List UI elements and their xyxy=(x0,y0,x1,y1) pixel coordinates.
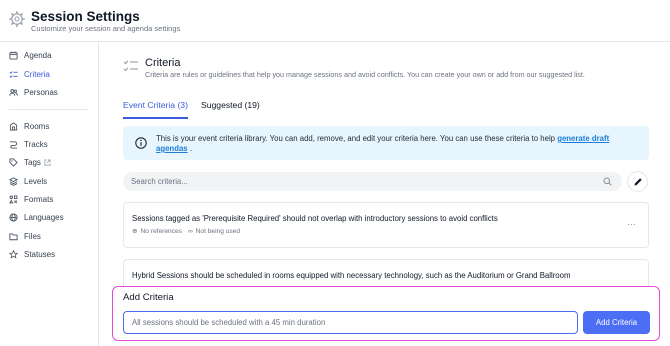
sidebar-item-label: Agenda xyxy=(24,50,52,60)
more-options-icon[interactable]: ··· xyxy=(627,219,636,229)
sidebar-item-label: Personas xyxy=(24,87,58,97)
info-text: This is your event criteria library. You… xyxy=(156,134,626,154)
sidebar-item-tags[interactable]: Tags xyxy=(9,155,51,169)
criteria-meta: ⊕ No references ∞ Not being used xyxy=(132,227,246,236)
section-title: Criteria xyxy=(145,57,181,69)
gear-icon xyxy=(9,11,25,27)
folder-icon xyxy=(9,233,18,240)
criteria-title: Sessions tagged as 'Prerequisite Require… xyxy=(132,214,498,223)
criteria-title: Hybrid Sessions should be scheduled in r… xyxy=(132,271,571,280)
add-criteria-title: Add Criteria xyxy=(123,292,174,303)
criteria-list-icon xyxy=(123,60,138,72)
sidebar-item-agenda[interactable]: Agenda xyxy=(9,48,52,62)
add-criteria-input-wrapper xyxy=(123,311,578,334)
info-icon xyxy=(135,137,147,149)
tag-icon xyxy=(9,157,18,167)
sidebar-item-personas[interactable]: Personas xyxy=(9,85,58,99)
pencil-icon xyxy=(634,177,642,185)
info-body-text: This is your event criteria library. You… xyxy=(156,134,556,143)
sidebar-item-label: Levels xyxy=(24,176,48,186)
add-criteria-panel: Add Criteria Add Criteria xyxy=(112,286,660,341)
sidebar-item-tracks[interactable]: Tracks xyxy=(9,137,48,151)
link-icon: ∞ xyxy=(187,227,193,235)
usage-indicator: ∞ Not being used xyxy=(188,228,240,235)
sidebar-item-label: Criteria xyxy=(24,69,50,79)
globe-icon xyxy=(9,212,18,222)
sidebar-item-languages[interactable]: Languages xyxy=(9,210,64,224)
external-link-icon xyxy=(44,158,51,166)
door-icon xyxy=(9,121,18,131)
search-icon xyxy=(603,177,612,186)
sidebar-item-levels[interactable]: Levels xyxy=(9,174,47,188)
section-description: Criteria are rules or guidelines that he… xyxy=(145,70,585,79)
page-title: Session Settings xyxy=(31,9,140,24)
usage-text: Not being used xyxy=(195,227,241,235)
criteria-list-icon xyxy=(9,70,18,78)
add-criteria-input[interactable] xyxy=(124,312,577,333)
page-header: Session Settings Customize your session … xyxy=(0,0,670,42)
sidebar-item-rooms[interactable]: Rooms xyxy=(9,119,49,133)
sidebar-item-statuses[interactable]: Statuses xyxy=(9,247,55,261)
layers-icon xyxy=(9,176,18,186)
edit-button[interactable] xyxy=(627,171,648,192)
reference-icon: ⊕ xyxy=(132,228,138,235)
search-input[interactable] xyxy=(131,174,601,189)
criteria-card[interactable]: Sessions tagged as 'Prerequisite Require… xyxy=(123,202,649,248)
tab-suggested[interactable]: Suggested (19) xyxy=(201,100,260,110)
tab-event-criteria[interactable]: Event Criteria (3) xyxy=(123,100,188,119)
page-subtitle: Customize your session and agenda settin… xyxy=(31,24,181,33)
calendar-icon xyxy=(9,51,18,60)
search-box xyxy=(123,172,622,191)
sidebar-divider xyxy=(9,109,88,110)
star-icon xyxy=(9,249,18,259)
sidebar-item-formats[interactable]: Formats xyxy=(9,192,53,206)
sidebar-item-label: Tracks xyxy=(24,139,48,149)
sidebar-item-label: Statuses xyxy=(24,249,56,259)
sidebar-item-files[interactable]: Files xyxy=(9,229,41,243)
sidebar-item-label: Rooms xyxy=(24,121,50,131)
sidebar-item-label: Tags xyxy=(24,157,41,167)
add-criteria-button[interactable]: Add Criteria xyxy=(583,311,650,334)
track-icon xyxy=(9,140,18,149)
references-indicator: ⊕ No references xyxy=(132,227,182,236)
sidebar-item-label: Languages xyxy=(24,212,64,222)
sidebar: Agenda Criteria Personas Rooms Tracks Ta… xyxy=(0,42,99,346)
references-text: No references xyxy=(140,227,182,235)
sidebar-item-label: Files xyxy=(24,231,41,241)
sidebar-item-label: Formats xyxy=(24,194,54,204)
info-banner: This is your event criteria library. You… xyxy=(123,126,649,160)
sidebar-item-criteria[interactable]: Criteria xyxy=(9,67,50,81)
users-icon xyxy=(9,88,18,96)
formats-icon xyxy=(9,195,18,203)
info-suffix: . xyxy=(189,144,192,153)
